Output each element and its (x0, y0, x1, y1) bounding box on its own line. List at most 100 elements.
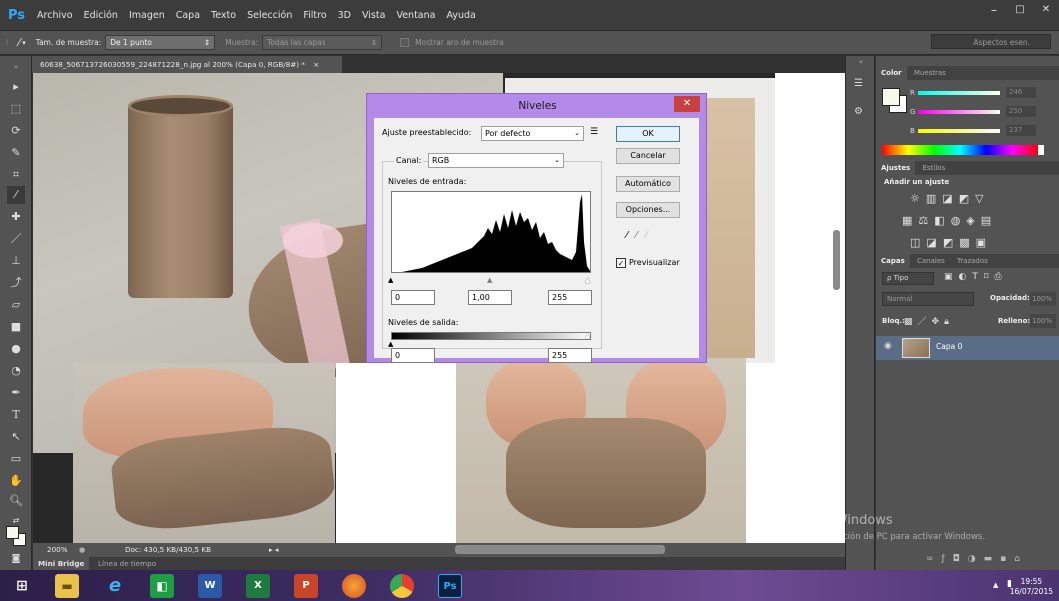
output-white-handle[interactable]: ▲ (585, 332, 590, 340)
tool-preset-chevron-icon[interactable]: ▾ (22, 39, 26, 47)
eyedropper-tool-icon[interactable]: ⁄ (7, 186, 25, 204)
path-select-tool-icon[interactable]: ↖ (7, 428, 25, 446)
output-white-field[interactable]: 255 (548, 348, 592, 363)
quick-select-tool-icon[interactable]: ✎ (7, 144, 25, 162)
adjustment-layer-icon[interactable]: ◑ (968, 554, 984, 564)
color-lookup-icon[interactable]: ▤ (981, 214, 997, 227)
rectangle-tool-icon[interactable]: ▭ (7, 450, 25, 468)
layer-filter-select[interactable]: ρ Tipo (882, 272, 934, 285)
color-b-field[interactable]: 237 (1006, 125, 1036, 136)
preset-select[interactable]: Por defecto ⌄ (481, 126, 584, 141)
menu-vista[interactable]: Vista (362, 10, 385, 21)
output-black-field[interactable]: 0 (391, 348, 435, 363)
menu-imagen[interactable]: Imagen (129, 10, 165, 21)
tab-paths[interactable]: Trazados (952, 254, 993, 268)
preview-checkbox[interactable]: ✓ (616, 258, 626, 268)
photoshop-taskbar-icon[interactable]: Ps (438, 574, 462, 598)
hue-saturation-icon[interactable]: ▦ (902, 214, 918, 227)
invert-icon[interactable]: ◫ (910, 236, 926, 249)
close-window-button[interactable]: ✕ (1033, 0, 1059, 20)
move-tool-icon[interactable]: ▸ (7, 78, 25, 96)
input-white-field[interactable]: 255 (548, 290, 592, 305)
brush-tool-icon[interactable]: ／ (7, 230, 25, 248)
layer-visibility-eye-icon[interactable]: ◉ (884, 341, 892, 351)
curves-icon[interactable]: ◪ (942, 192, 958, 205)
taskbar-clock[interactable]: 19:55 16/07/2015 (1010, 577, 1053, 597)
sample-layers-select[interactable]: Todas las capas ⇕ (262, 35, 383, 50)
mask-icon[interactable]: ◘ (953, 554, 968, 564)
channel-mixer-icon[interactable]: ◈ (966, 214, 980, 227)
layer-row[interactable]: ◉ Capa 0 (876, 336, 1059, 360)
levels-close-button[interactable]: ✕ (674, 96, 700, 112)
opacity-field[interactable]: 100% (1030, 292, 1056, 306)
history-brush-tool-icon[interactable]: ⤴ (7, 274, 25, 292)
show-ring-checkbox[interactable] (400, 38, 410, 47)
chrome-icon[interactable] (390, 574, 414, 598)
auto-button[interactable]: Automático (616, 176, 680, 192)
zoom-tool-icon[interactable]: 🔍︎ (7, 492, 25, 510)
pen-tool-icon[interactable]: ✒ (7, 384, 25, 402)
status-menu-arrow-icon[interactable]: ▸ ◂ (269, 543, 279, 557)
excel-icon[interactable]: X (246, 574, 270, 598)
firefox-icon[interactable] (342, 574, 366, 598)
zoom-level[interactable]: 200% (47, 543, 68, 557)
panel-collapse-icon[interactable]: « (846, 58, 876, 66)
gray-eyedropper-icon[interactable]: ⁄ (636, 230, 646, 241)
tab-styles[interactable]: Estilos (917, 161, 950, 175)
white-eyedropper-icon[interactable]: ⁄ (645, 230, 655, 241)
cancel-button[interactable]: Cancelar (616, 148, 680, 164)
color-g-slider[interactable] (918, 110, 1000, 114)
fill-field[interactable]: 100% (1030, 314, 1056, 328)
file-explorer-icon[interactable]: ▬ (55, 574, 79, 598)
color-r-field[interactable]: 246 (1006, 87, 1036, 98)
filter-adjust-icon[interactable]: ◐ (959, 272, 973, 282)
lasso-tool-icon[interactable]: ⟳ (7, 122, 25, 140)
color-r-slider[interactable] (918, 91, 1000, 95)
dodge-tool-icon[interactable]: ◔ (7, 362, 25, 380)
tab-timeline[interactable]: Línea de tiempo (93, 557, 161, 570)
menu-ayuda[interactable]: Ayuda (446, 10, 475, 21)
tab-channels[interactable]: Canales (912, 254, 950, 268)
input-gamma-field[interactable]: 1,00 (468, 290, 512, 305)
filter-shape-icon[interactable]: ⌑ (984, 272, 995, 282)
filter-pixel-icon[interactable]: ▣ (944, 272, 959, 282)
link-layers-icon[interactable]: ∞ (926, 554, 942, 564)
lock-all-icon[interactable]: 🔒︎ (944, 317, 954, 327)
tools-collapse-icon[interactable]: » (7, 58, 25, 76)
eraser-tool-icon[interactable]: ▱ (7, 296, 25, 314)
posterize-icon[interactable]: ◪ (926, 236, 942, 249)
document-tab[interactable]: 60638_506713726030559_224871228_n.jpg al… (32, 56, 342, 73)
gradient-map-icon[interactable]: ▣ (976, 236, 992, 249)
menu-ventana[interactable]: Ventana (396, 10, 435, 21)
blend-mode-select[interactable]: Normal (882, 292, 974, 306)
input-levels-slider[interactable]: ▲ ▲ ▲ (388, 276, 591, 284)
status-info-icon[interactable]: ● (79, 543, 85, 557)
black-eyedropper-icon[interactable]: ⁄ (626, 230, 636, 241)
tray-up-arrow-icon[interactable]: ▲ (993, 581, 998, 589)
lock-position-icon[interactable]: ✥ (932, 317, 945, 327)
close-document-icon[interactable]: × (313, 60, 319, 69)
group-icon[interactable]: ▬ (984, 554, 1001, 564)
menu-seleccion[interactable]: Selección (247, 10, 292, 21)
crop-tool-icon[interactable]: ⌗ (7, 166, 25, 184)
menu-capa[interactable]: Capa (176, 10, 200, 21)
output-black-handle[interactable]: ▲ (388, 340, 393, 348)
fx-icon[interactable]: ƒ (942, 554, 953, 564)
preset-options-icon[interactable]: ☰ (590, 127, 598, 137)
options-button[interactable]: Opciones... (616, 202, 680, 218)
quick-mask-icon[interactable]: ◙ (7, 550, 25, 568)
input-black-handle[interactable]: ▲ (388, 276, 393, 284)
levels-dialog-title[interactable]: Niveles (367, 94, 708, 116)
gradient-tool-icon[interactable]: ■ (7, 318, 25, 336)
photo-filter-icon[interactable]: ◍ (951, 214, 967, 227)
menu-filtro[interactable]: Filtro (303, 10, 326, 21)
color-balance-icon[interactable]: ⚖ (918, 214, 934, 227)
new-layer-icon[interactable]: ▪ (1000, 554, 1014, 564)
exposure-icon[interactable]: ◩ (959, 192, 975, 205)
hand-tool-icon[interactable]: ✋ (7, 472, 25, 490)
horizontal-scrollbar-thumb[interactable] (455, 545, 665, 554)
blur-tool-icon[interactable]: ● (7, 340, 25, 358)
type-tool-icon[interactable]: T (7, 406, 25, 424)
input-black-field[interactable]: 0 (391, 290, 435, 305)
ok-button[interactable]: OK (616, 126, 680, 142)
